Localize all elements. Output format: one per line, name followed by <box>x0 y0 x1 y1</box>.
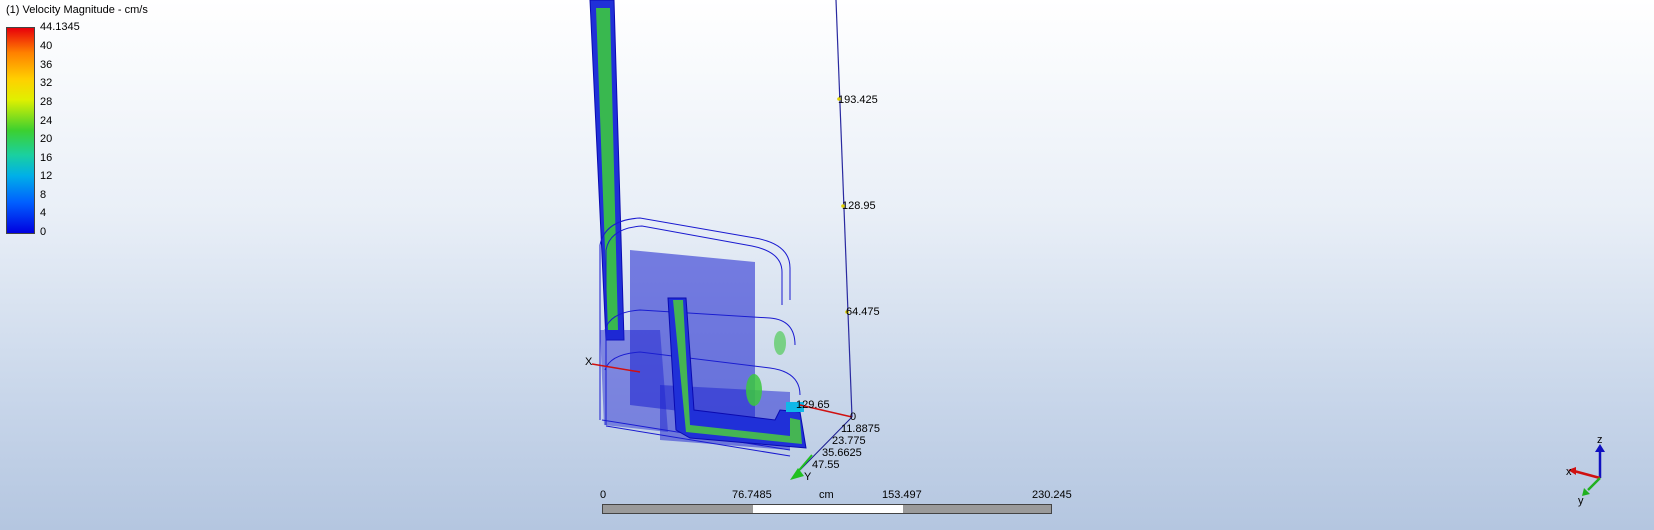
depth-axis-label: 35.6625 <box>822 447 862 459</box>
scale-bar <box>602 504 1052 514</box>
scale-label: 76.7485 <box>732 489 772 501</box>
scale-unit: cm <box>819 489 834 501</box>
scale-segment <box>903 505 1051 513</box>
scale-segment <box>603 505 753 513</box>
scale-segment <box>753 505 903 513</box>
internal-flow-blob <box>746 374 762 406</box>
vertical-axis-label: 0 <box>850 411 856 423</box>
horizontal-axis-label: 129.65 <box>796 399 830 411</box>
vertical-axis-label: 128.95 <box>842 200 876 212</box>
triad-x-axis <box>1573 469 1601 480</box>
vertical-axis-label: 193.425 <box>838 94 878 106</box>
depth-axis-label: 47.55 <box>812 459 840 471</box>
depth-axis-label: 11.8875 <box>841 423 880 435</box>
triad-x-label: x <box>1566 466 1572 478</box>
triad-y-axis <box>1587 477 1601 491</box>
x-axis-label: X <box>585 356 593 368</box>
triad-y-label: y <box>1578 495 1584 507</box>
scale-label: 230.245 <box>1032 489 1072 501</box>
y-axis-arrowhead <box>790 468 804 480</box>
y-axis-label: Y <box>804 471 812 483</box>
vertical-axis-label: 64.475 <box>846 306 880 318</box>
lower-chamber <box>600 330 668 432</box>
orientation-triad[interactable]: z x y <box>1566 434 1605 507</box>
scale-label: 0 <box>600 489 607 501</box>
triad-z-label: z <box>1597 434 1603 446</box>
model-viewport[interactable]: 193.425 128.95 64.475 0 11.8875 23.775 3… <box>0 0 1654 530</box>
depth-axis-label: 23.775 <box>832 435 866 447</box>
scale-label: 153.497 <box>882 489 922 501</box>
internal-flow-blob <box>774 331 786 355</box>
